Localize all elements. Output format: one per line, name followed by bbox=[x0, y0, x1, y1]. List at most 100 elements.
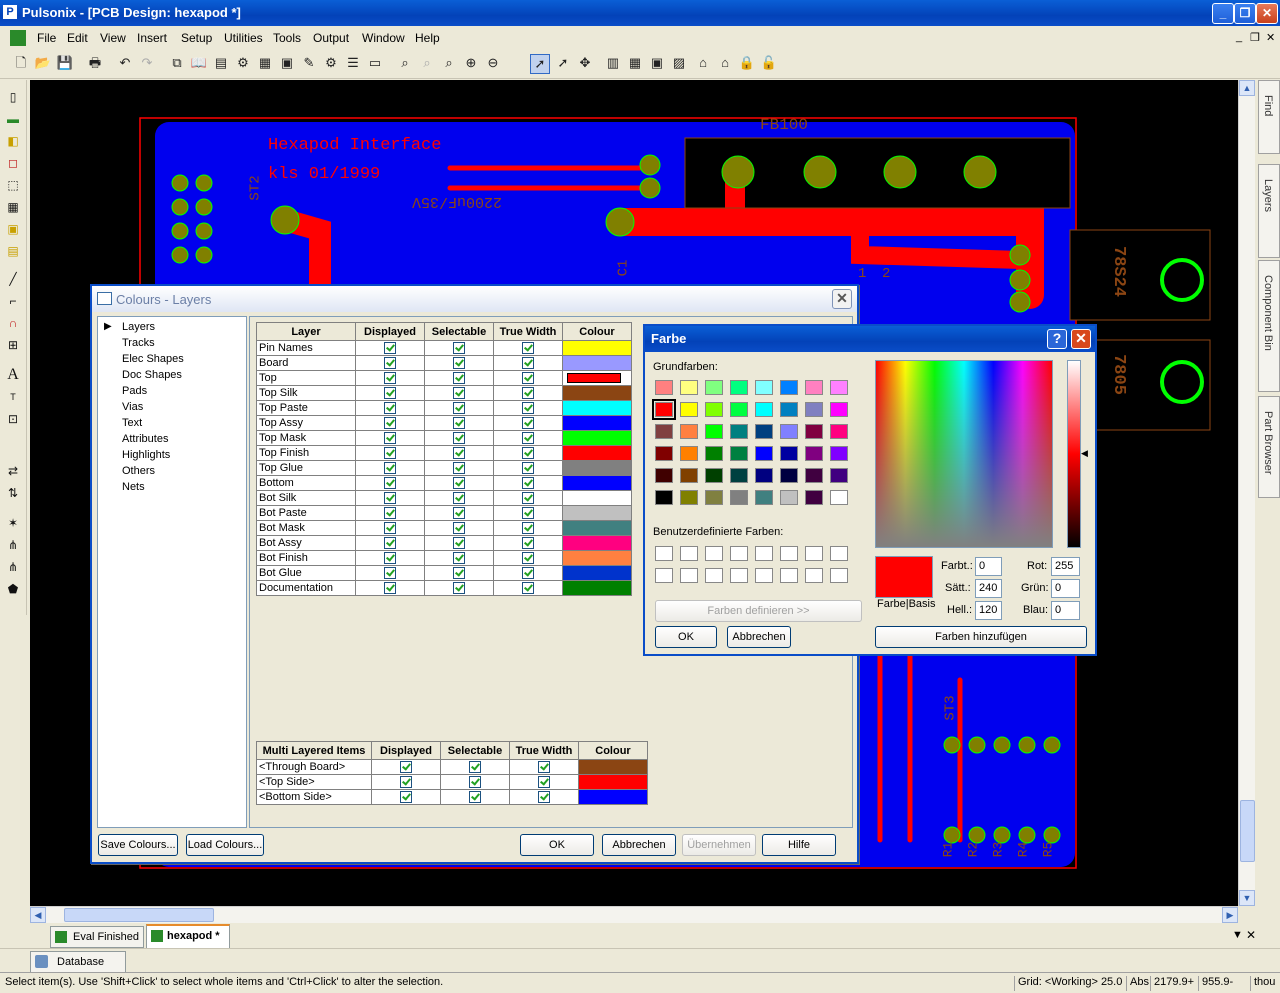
basic-color-swatch[interactable] bbox=[705, 446, 723, 461]
grid-icon[interactable]: ▦ bbox=[256, 54, 274, 72]
selectable-checkbox[interactable] bbox=[469, 776, 481, 789]
custom-color-swatch[interactable] bbox=[730, 546, 748, 561]
help-icon[interactable]: ? bbox=[1047, 329, 1067, 349]
maximize-button[interactable]: ❐ bbox=[1234, 3, 1256, 24]
displayed-checkbox[interactable] bbox=[400, 791, 412, 804]
true-width-checkbox[interactable] bbox=[522, 567, 534, 580]
save-icon[interactable]: 💾 bbox=[56, 54, 74, 72]
colour-swatch[interactable] bbox=[562, 460, 632, 476]
multi-layer-row[interactable]: <Through Board> bbox=[256, 759, 648, 775]
true-width-checkbox[interactable] bbox=[522, 402, 534, 415]
menu-file[interactable]: File bbox=[37, 31, 56, 45]
selectable-checkbox[interactable] bbox=[453, 507, 465, 520]
basic-color-swatch[interactable] bbox=[755, 402, 773, 417]
copy-icon[interactable]: ⧉ bbox=[168, 54, 186, 72]
select-icon[interactable]: ➚ bbox=[530, 54, 550, 74]
sat-input[interactable]: 240 bbox=[975, 579, 1002, 598]
menu-tools[interactable]: Tools bbox=[273, 31, 301, 45]
basic-color-swatch[interactable] bbox=[705, 380, 723, 395]
custom-color-swatch[interactable] bbox=[680, 546, 698, 561]
tree-item-pads[interactable]: Pads bbox=[122, 385, 147, 397]
displayed-checkbox[interactable] bbox=[400, 776, 412, 789]
colour-swatch[interactable] bbox=[562, 565, 632, 581]
hue-input[interactable]: 0 bbox=[975, 557, 1002, 576]
horizontal-scroll-thumb[interactable] bbox=[64, 908, 214, 922]
selectable-checkbox[interactable] bbox=[453, 357, 465, 370]
component-place-icon[interactable]: ▦ bbox=[4, 198, 22, 216]
properties-icon[interactable]: ▣ bbox=[648, 54, 666, 72]
true-width-checkbox[interactable] bbox=[522, 462, 534, 475]
displayed-checkbox[interactable] bbox=[400, 761, 412, 774]
true-width-checkbox[interactable] bbox=[522, 552, 534, 565]
unlock-icon[interactable]: 🔓 bbox=[760, 54, 778, 72]
color-cancel-button[interactable]: Abbrechen bbox=[727, 626, 791, 648]
zoom-out-icon[interactable]: ⊖ bbox=[484, 54, 502, 72]
add-colors-button[interactable]: Farben hinzufügen bbox=[875, 626, 1087, 648]
basic-color-swatch[interactable] bbox=[680, 402, 698, 417]
blue-input[interactable]: 0 bbox=[1051, 601, 1080, 620]
custom-color-swatch[interactable] bbox=[655, 546, 673, 561]
layer-row[interactable]: Bot Paste bbox=[256, 505, 632, 521]
basic-color-swatch[interactable] bbox=[680, 446, 698, 461]
layer-row[interactable]: Top Assy bbox=[256, 415, 632, 431]
basic-color-swatch[interactable] bbox=[755, 446, 773, 461]
component-icon[interactable]: ▤ bbox=[212, 54, 230, 72]
colour-swatch[interactable] bbox=[562, 415, 632, 431]
pad-icon[interactable]: ▣ bbox=[4, 220, 22, 238]
tree-item-others[interactable]: Others bbox=[122, 465, 155, 477]
selectable-checkbox[interactable] bbox=[453, 342, 465, 355]
custom-color-swatch[interactable] bbox=[705, 546, 723, 561]
displayed-checkbox[interactable] bbox=[384, 552, 396, 565]
basic-color-swatch[interactable] bbox=[655, 380, 673, 395]
zoom-in-icon[interactable]: ⊕ bbox=[462, 54, 480, 72]
minimize-button[interactable]: _ bbox=[1212, 3, 1234, 24]
scroll-left-icon[interactable]: ◀ bbox=[30, 907, 46, 923]
menu-window[interactable]: Window bbox=[362, 31, 405, 45]
basic-color-swatch[interactable] bbox=[830, 446, 848, 461]
true-width-checkbox[interactable] bbox=[522, 387, 534, 400]
tree-item-elec-shapes[interactable]: Elec Shapes bbox=[122, 353, 184, 365]
highlight-icon[interactable]: ▨ bbox=[670, 54, 688, 72]
calculator-icon[interactable]: ▦ bbox=[626, 54, 644, 72]
basic-color-swatch[interactable] bbox=[655, 424, 673, 439]
tab-eval-finished[interactable]: Eval Finished bbox=[50, 926, 144, 948]
display-icon[interactable]: ▬ bbox=[4, 110, 22, 128]
tree-item-tracks[interactable]: Tracks bbox=[122, 337, 155, 349]
tab-find[interactable]: Find bbox=[1258, 80, 1280, 154]
select-box-icon[interactable]: ▯ bbox=[4, 88, 22, 106]
colour-swatch[interactable] bbox=[578, 759, 648, 775]
custom-color-swatch[interactable] bbox=[755, 568, 773, 583]
basic-color-swatch[interactable] bbox=[805, 446, 823, 461]
select-pin-icon[interactable]: ➚ bbox=[554, 54, 572, 72]
layer-row[interactable]: Top bbox=[256, 370, 632, 386]
fill-icon[interactable]: ⬟ bbox=[4, 580, 22, 598]
colour-swatch[interactable] bbox=[562, 580, 632, 596]
selectable-checkbox[interactable] bbox=[453, 582, 465, 595]
colour-swatch[interactable] bbox=[562, 520, 632, 536]
colour-swatch[interactable] bbox=[578, 789, 648, 805]
displayed-checkbox[interactable] bbox=[384, 402, 396, 415]
colour-swatch[interactable] bbox=[562, 385, 632, 401]
true-width-checkbox[interactable] bbox=[538, 761, 550, 774]
custom-color-swatch[interactable] bbox=[805, 568, 823, 583]
tab-close-icon[interactable]: ✕ bbox=[1246, 928, 1256, 942]
gear-icon[interactable]: ⚙ bbox=[234, 54, 252, 72]
true-width-checkbox[interactable] bbox=[522, 582, 534, 595]
tree-item-text[interactable]: Text bbox=[122, 417, 142, 429]
connect-icon[interactable]: ⋔ bbox=[4, 558, 22, 576]
layer-row[interactable]: Bot Assy bbox=[256, 535, 632, 551]
house-icon[interactable]: ⌂ bbox=[694, 54, 712, 72]
move-icon[interactable]: ✥ bbox=[576, 54, 594, 72]
measure-icon[interactable]: ⊡ bbox=[4, 410, 22, 428]
displayed-checkbox[interactable] bbox=[384, 492, 396, 505]
color-dialog-close-icon[interactable]: ✕ bbox=[1071, 329, 1091, 349]
displayed-checkbox[interactable] bbox=[384, 432, 396, 445]
basic-color-swatch[interactable] bbox=[680, 468, 698, 483]
tree-item-nets[interactable]: Nets bbox=[122, 481, 145, 493]
star-icon[interactable]: ✶ bbox=[4, 514, 22, 532]
colour-dropdown[interactable] bbox=[567, 373, 621, 383]
menu-help[interactable]: Help bbox=[415, 31, 440, 45]
custom-color-swatch[interactable] bbox=[730, 568, 748, 583]
vertical-scroll-thumb[interactable] bbox=[1240, 800, 1255, 862]
custom-color-swatch[interactable] bbox=[780, 568, 798, 583]
